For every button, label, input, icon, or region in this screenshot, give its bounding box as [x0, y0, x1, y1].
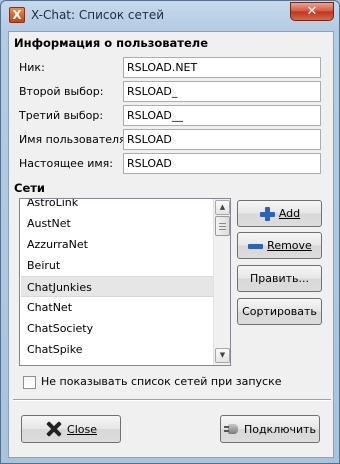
hide-on-startup-label[interactable]: Не показывать список сетей при запуске — [41, 375, 282, 388]
close-button[interactable]: Close — [21, 415, 121, 443]
third-choice-input[interactable]: RSLOAD__ — [123, 105, 321, 126]
real-name-label: Настоящее имя: — [19, 157, 113, 170]
remove-label: Remove — [267, 239, 312, 252]
edit-network-button[interactable]: Править... — [237, 265, 322, 292]
scroll-thumb[interactable] — [215, 216, 230, 236]
network-list-item[interactable]: CoolChat — [21, 360, 215, 365]
plus-icon — [259, 206, 275, 222]
network-list-item[interactable]: ChatNet — [21, 297, 215, 318]
real-name-input[interactable]: RSLOAD — [123, 153, 321, 174]
add-label: Add — [278, 207, 301, 220]
edit-label: Править... — [249, 272, 309, 285]
close-label: Close — [67, 422, 97, 436]
network-list-item[interactable]: ChatJunkies — [21, 276, 215, 297]
window-frame: X X-Chat: Список сетей ✕ Информация о по… — [0, 0, 340, 464]
title-bar[interactable]: X X-Chat: Список сетей ✕ — [1, 1, 340, 31]
network-list-item[interactable]: AstroLink — [21, 199, 215, 213]
scroll-up-icon[interactable]: ▲ — [215, 200, 230, 215]
sort-label: Сортировать — [242, 305, 317, 318]
window-close-button[interactable]: ✕ — [290, 2, 334, 21]
networks-heading: Сети — [14, 181, 45, 195]
minus-icon — [247, 238, 264, 254]
user-info-heading: Информация о пользователе — [14, 36, 208, 50]
connect-button[interactable]: Подключить — [220, 415, 320, 443]
app-icon: X — [9, 7, 25, 23]
network-list-item[interactable]: ChatSociety — [21, 318, 215, 339]
nick-label: Ник: — [19, 61, 45, 74]
connect-label: Подключить — [243, 422, 317, 436]
second-choice-label: Второй выбор: — [19, 85, 104, 98]
network-list-item[interactable]: AustNet — [21, 213, 215, 234]
network-list-scrollbar[interactable]: ▲ ▼ — [213, 199, 230, 365]
separator — [13, 399, 331, 401]
scroll-down-icon[interactable]: ▼ — [215, 348, 230, 363]
remove-network-button[interactable]: Remove — [237, 232, 322, 259]
network-list-item[interactable]: ChatSpike — [21, 339, 215, 360]
username-input[interactable]: RSLOAD — [123, 129, 321, 150]
sort-networks-button[interactable]: Сортировать — [237, 298, 322, 325]
nick-input[interactable]: RSLOAD.NET — [123, 57, 321, 78]
network-list[interactable]: AstroLink AustNet AzzurraNet Beirut ChatJunk… — [19, 198, 231, 366]
add-network-button[interactable]: Add — [237, 200, 322, 227]
network-list-item[interactable]: AzzurraNet — [21, 234, 215, 255]
plug-icon — [223, 422, 240, 436]
dialog-body: Информация о пользователе Ник: RSLOAD.NE… — [8, 31, 334, 458]
hide-on-startup-checkbox[interactable] — [23, 376, 36, 389]
third-choice-label: Третий выбор: — [19, 109, 104, 122]
network-list-item[interactable]: Beirut — [21, 255, 215, 276]
second-choice-input[interactable]: RSLOAD_ — [123, 81, 321, 102]
close-icon — [45, 420, 63, 438]
network-list-items: AstroLink AustNet AzzurraNet Beirut ChatJunk… — [21, 199, 215, 365]
window-title: X-Chat: Список сетей — [31, 8, 165, 22]
username-label: Имя пользователя: — [19, 133, 130, 146]
